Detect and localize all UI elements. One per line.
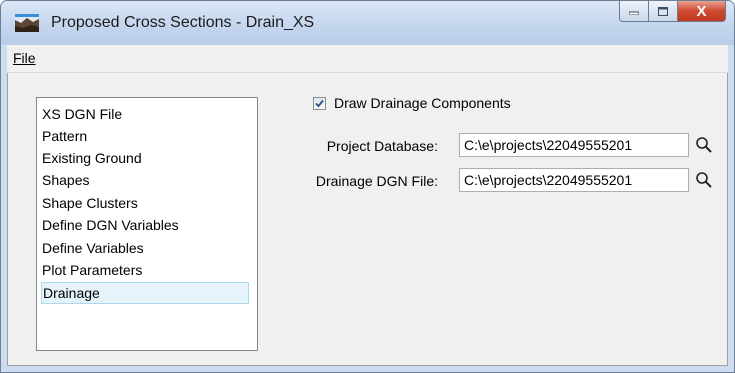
title-bar[interactable]: Proposed Cross Sections - Drain_XS X <box>1 1 734 45</box>
drainage-dgn-file-label: Drainage DGN File: <box>315 173 438 189</box>
close-button[interactable]: X <box>678 1 726 22</box>
list-item-existing-ground[interactable]: Existing Ground <box>41 147 249 169</box>
list-item-drainage[interactable]: Drainage <box>41 282 249 304</box>
draw-drainage-label: Draw Drainage Components <box>334 95 511 111</box>
minimize-button[interactable] <box>619 1 649 22</box>
draw-drainage-row[interactable]: Draw Drainage Components <box>313 95 511 111</box>
section-list[interactable]: XS DGN File Pattern Existing Ground Shap… <box>36 97 258 351</box>
list-item-plot-parameters[interactable]: Plot Parameters <box>41 259 249 281</box>
minimize-icon <box>629 11 639 15</box>
project-database-input[interactable]: C:\e\projects\22049555201 <box>459 133 689 157</box>
maximize-icon <box>658 6 668 16</box>
dialog-window: Proposed Cross Sections - Drain_XS X Fil… <box>0 0 735 373</box>
window-title: Proposed Cross Sections - Drain_XS <box>51 14 315 31</box>
close-icon: X <box>696 2 707 20</box>
list-item-shape-clusters[interactable]: Shape Clusters <box>41 192 249 214</box>
drainage-dgn-file-input[interactable]: C:\e\projects\22049555201 <box>459 168 689 192</box>
list-item-xs-dgn-file[interactable]: XS DGN File <box>41 103 249 125</box>
list-item-define-variables[interactable]: Define Variables <box>41 237 249 259</box>
dialog-body: XS DGN File Pattern Existing Ground Shap… <box>7 73 728 366</box>
menu-file[interactable]: File <box>13 50 36 66</box>
checkmark-icon <box>315 99 324 107</box>
cross-section-app-icon <box>15 14 39 32</box>
window-controls: X <box>619 1 726 23</box>
list-item-pattern[interactable]: Pattern <box>41 125 249 147</box>
browse-drainage-dgn-file-icon[interactable] <box>694 170 714 190</box>
list-item-shapes[interactable]: Shapes <box>41 169 249 191</box>
list-item-define-dgn-variables[interactable]: Define DGN Variables <box>41 214 249 236</box>
browse-project-database-icon[interactable] <box>694 135 714 155</box>
menu-bar: File <box>7 45 728 73</box>
draw-drainage-checkbox[interactable] <box>313 96 326 110</box>
project-database-label: Project Database: <box>326 138 438 154</box>
maximize-button[interactable] <box>649 1 678 22</box>
